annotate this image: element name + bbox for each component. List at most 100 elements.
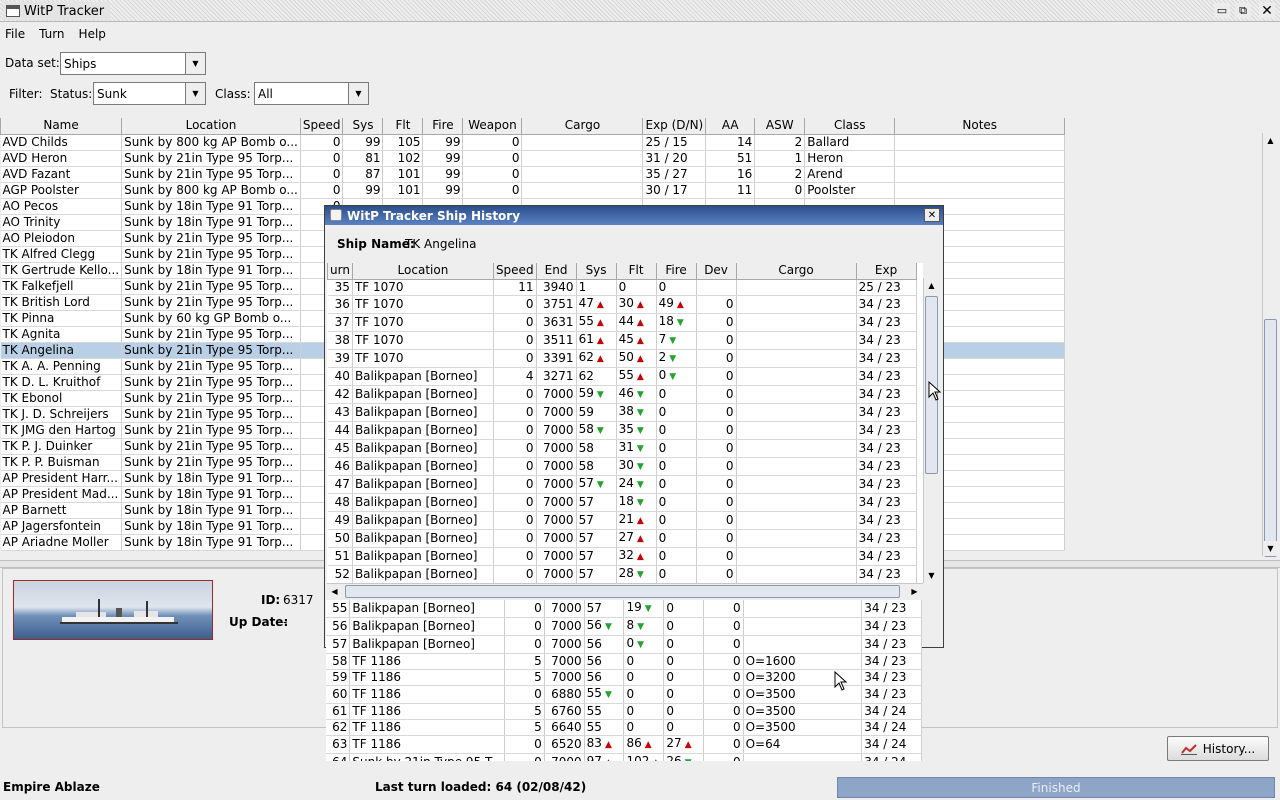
history-button[interactable]: History... — [1167, 736, 1269, 761]
menu-help[interactable]: Help — [79, 27, 106, 41]
speed-cell: 0 — [504, 635, 545, 654]
column-header[interactable]: Fire — [422, 118, 464, 135]
column-header[interactable]: Class — [804, 118, 896, 135]
table-row[interactable]: 36 TF 1070 0 3751 47 ▲ 30 ▲ 49 ▲ 0 34 / 23 — [327, 295, 917, 314]
class-select[interactable]: All ▼ — [254, 82, 369, 105]
table-row[interactable]: 50 Balikpapan [Borneo] 0 7000 57 27 ▲ 0 0 34 / 23 — [327, 529, 917, 548]
scroll-down-icon[interactable]: ▼ — [924, 568, 939, 583]
turn-cell: 63 — [326, 735, 351, 754]
column-header[interactable]: Dev — [695, 263, 737, 280]
column-header[interactable]: Flt — [382, 118, 424, 135]
table-row[interactable]: 58 TF 1186 5 7000 56 0 0 0 O=1600 34 / 23 — [326, 653, 922, 670]
column-header[interactable]: Location — [351, 263, 494, 280]
dev-cell: 0 — [696, 385, 737, 404]
scroll-thumb[interactable] — [345, 585, 900, 598]
column-header[interactable]: End — [535, 263, 577, 280]
cell-value: 57 — [578, 475, 594, 490]
exp-cell: 34 / 24 — [861, 719, 922, 736]
table-cell: Sunk by 800 kg AP Bomb o... — [121, 134, 301, 151]
table-row[interactable]: 57 Balikpapan [Borneo] 0 7000 56 0 ▼ 0 0 34 / 23 — [326, 635, 922, 654]
cell-value: 30 — [618, 295, 634, 310]
arrow-down-icon: ▼ — [596, 479, 604, 490]
scroll-up-icon[interactable]: ▲ — [924, 278, 939, 293]
turn-cell: 61 — [326, 703, 351, 720]
column-header[interactable]: ASW — [754, 118, 806, 135]
speed-cell: 0 — [493, 295, 537, 314]
table-row[interactable]: AVD Childs Sunk by 800 kg AP Bomb o... 0 99… — [0, 134, 1066, 151]
scroll-right-icon[interactable]: ▶ — [907, 584, 922, 599]
table-row[interactable]: 35 TF 1070 11 3940 1 0 0 25 / 23 — [327, 279, 917, 296]
column-header[interactable]: Cargo — [521, 118, 644, 135]
cell-value: 18 — [618, 493, 634, 508]
history-title-bar[interactable]: WitP Tracker Ship History ✕ — [325, 206, 943, 225]
table-row[interactable]: 39 TF 1070 0 3391 62 ▲ 50 ▲ 2 ▼ 0 34 / 23 — [327, 349, 917, 368]
table-row[interactable]: 61 TF 1186 5 6760 55 0 0 0 O=3500 34 / 24 — [326, 703, 922, 720]
table-row[interactable]: 47 Balikpapan [Borneo] 0 7000 57 ▼ 24 ▼ 0 0 34 / 2… — [327, 475, 917, 494]
scroll-thumb[interactable] — [1264, 319, 1277, 557]
chevron-down-icon[interactable]: ▼ — [185, 53, 205, 74]
menu-turn[interactable]: Turn — [39, 27, 64, 41]
table-row[interactable]: 48 Balikpapan [Borneo] 0 7000 57 18 ▼ 0 0 34 / 23 — [327, 493, 917, 512]
column-header[interactable]: Flt — [615, 263, 657, 280]
column-header[interactable]: AA — [705, 118, 756, 135]
cell-value: 0 — [658, 440, 667, 455]
column-header[interactable]: Speed — [299, 118, 344, 135]
table-row[interactable]: 44 Balikpapan [Borneo] 0 7000 58 ▼ 35 ▼ 0 0 34 / 2… — [327, 421, 917, 440]
scroll-down-icon[interactable]: ▼ — [1263, 541, 1278, 556]
history-vertical-scrollbar[interactable]: ▲ ▼ — [923, 278, 939, 583]
close-icon[interactable]: ✕ — [1259, 3, 1275, 19]
column-header[interactable]: Weapon — [462, 118, 523, 135]
history-horizontal-scrollbar[interactable]: ◀ ▶ — [327, 583, 923, 599]
table-row[interactable]: 63 TF 1186 0 6520 83 ▲ 86 ▲ 27 ▲ 0 O=64 34 / 24 — [326, 735, 922, 754]
table-row[interactable]: 42 Balikpapan [Borneo] 0 7000 59 ▼ 46 ▼ 0 0 34 / 2… — [327, 385, 917, 404]
close-icon[interactable]: ✕ — [924, 208, 940, 222]
column-header[interactable]: Sys — [575, 263, 617, 280]
scroll-left-icon[interactable]: ◀ — [327, 584, 342, 599]
table-row[interactable]: 40 Balikpapan [Borneo] 4 3271 62 55 ▲ 0 ▼ 0 34 / 2… — [327, 367, 917, 386]
table-cell: AP President Mad... — [0, 486, 123, 503]
fire-cell: 0 — [663, 617, 705, 636]
dataset-select[interactable]: Ships ▼ — [60, 52, 206, 75]
column-header[interactable]: Exp (D/N) — [642, 118, 707, 135]
table-row[interactable]: 62 TF 1186 5 6640 55 0 0 0 O=3500 34 / 24 — [326, 719, 922, 736]
dev-cell: 0 — [696, 313, 737, 332]
table-row[interactable]: 55 Balikpapan [Borneo] 0 7000 57 19 ▼ 0 0 34 / 23 — [326, 600, 922, 618]
maximize-icon[interactable]: ⧉ — [1235, 3, 1251, 18]
table-row[interactable]: 38 TF 1070 0 3511 61 ▲ 45 ▲ 7 ▼ 0 34 / 23 — [327, 331, 917, 350]
column-header[interactable]: Fire — [655, 263, 697, 280]
column-header[interactable]: urn — [327, 263, 353, 280]
column-header[interactable]: Sys — [342, 118, 384, 135]
table-row[interactable]: 46 Balikpapan [Borneo] 0 7000 58 30 ▼ 0 0 34 / 23 — [327, 457, 917, 476]
cell-value: 0 — [658, 279, 667, 294]
column-header[interactable]: Location — [121, 118, 301, 135]
table-row[interactable]: 37 TF 1070 0 3631 55 ▲ 44 ▲ 18 ▼ 0 34 / 23 — [327, 313, 917, 332]
scroll-up-icon[interactable]: ▲ — [1263, 133, 1278, 148]
minimize-icon[interactable]: ▭ — [1214, 3, 1230, 18]
table-row[interactable]: 43 Balikpapan [Borneo] 0 7000 59 38 ▼ 0 0 34 / 23 — [327, 403, 917, 422]
status-select[interactable]: Sunk ▼ — [93, 82, 206, 105]
table-row[interactable]: AVD Fazant Sunk by 21in Type 95 Torp... 0 8… — [0, 166, 1066, 183]
chevron-down-icon[interactable]: ▼ — [348, 83, 368, 104]
table-row[interactable]: 60 TF 1186 0 6880 55 ▼ 0 0 0 O=3500 34 / 23 — [326, 685, 922, 704]
column-header[interactable]: Speed — [492, 263, 537, 280]
table-row[interactable]: 64Sunk by 21in Type 95 T...0700097▲102▲2… — [326, 753, 922, 761]
turn-cell: 52 — [327, 565, 353, 583]
table-row[interactable]: 56 Balikpapan [Borneo] 0 7000 56 ▼ 8 ▼ 0 0 34 / 23 — [326, 617, 922, 636]
table-row[interactable]: 59 TF 1186 5 7000 56 0 0 0 O=3200 34 / 23 — [326, 669, 922, 686]
table-row[interactable]: AGP Poolster Sunk by 800 kg AP Bomb o... 0… — [0, 182, 1066, 199]
table-row[interactable]: 45 Balikpapan [Borneo] 0 7000 58 31 ▼ 0 0 34 / 23 — [327, 439, 917, 458]
exp-cell: 34 / 23 — [856, 457, 917, 476]
chevron-down-icon[interactable]: ▼ — [185, 83, 205, 104]
column-header[interactable]: Name — [0, 118, 123, 135]
column-header[interactable]: Exp — [855, 263, 917, 280]
table-row[interactable]: 49 Balikpapan [Borneo] 0 7000 57 21 ▲ 0 0 34 / 23 — [327, 511, 917, 530]
ships-table-scrollbar[interactable]: ▲ ▼ — [1262, 133, 1278, 557]
table-row[interactable]: AVD Heron Sunk by 21in Type 95 Torp... 0 81… — [0, 150, 1066, 167]
status-label: Status: — [50, 87, 93, 101]
table-row[interactable]: 52 Balikpapan [Borneo] 0 7000 57 28 ▼ 0 0 34 / 23 — [327, 565, 917, 583]
menu-file[interactable]: File — [5, 27, 25, 41]
exp-cell: 34 / 23 — [861, 617, 922, 636]
column-header[interactable]: Cargo — [735, 263, 857, 280]
column-header[interactable]: Notes — [894, 118, 1066, 135]
table-row[interactable]: 51 Balikpapan [Borneo] 0 7000 57 32 ▲ 0 0 34 / 23 — [327, 547, 917, 566]
